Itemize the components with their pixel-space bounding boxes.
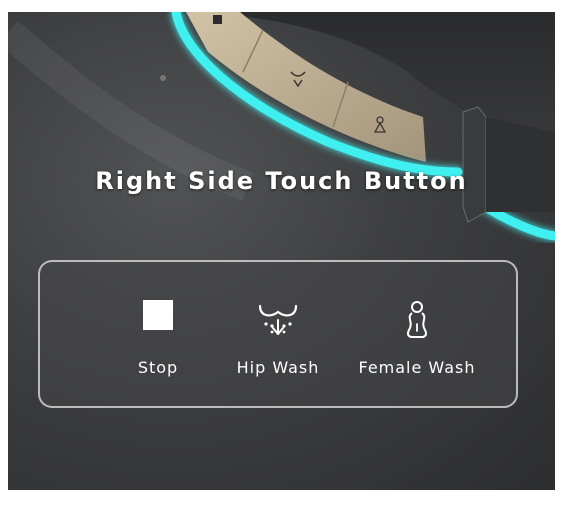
stop-icon-small: [213, 15, 222, 24]
page-title: Right Side Touch Button: [95, 167, 468, 195]
side-panel: [462, 106, 487, 223]
stop-button[interactable]: Stop: [128, 262, 188, 406]
hip-wash-button[interactable]: Hip Wash: [228, 262, 328, 406]
screw-hole: [160, 75, 166, 81]
hip-wash-icon: [256, 300, 300, 342]
female-wash-button[interactable]: Female Wash: [352, 262, 482, 406]
seat-illustration: [8, 12, 555, 241]
product-photo: Right Side Touch Button Stop Hip Wash Fe…: [8, 12, 555, 490]
touch-button-panel: Stop Hip Wash Female Wash: [38, 260, 518, 408]
female-wash-label: Female Wash: [358, 358, 476, 377]
female-wash-icon: [400, 300, 434, 344]
hip-wash-label: Hip Wash: [236, 358, 320, 377]
stop-label: Stop: [137, 358, 179, 377]
stop-square-icon: [143, 300, 173, 334]
